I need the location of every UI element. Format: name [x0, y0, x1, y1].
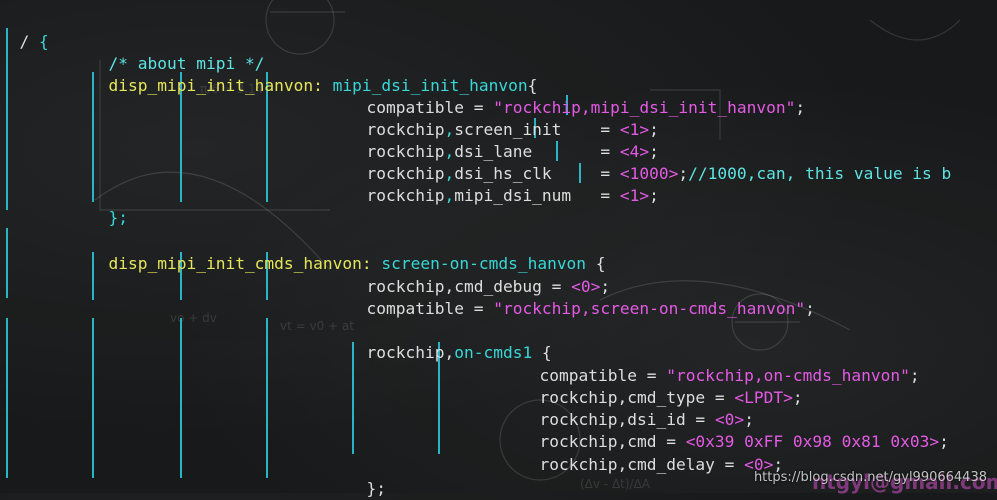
semicolon: ; [805, 299, 815, 318]
node-label: disp_mipi_init_hanvon: [108, 76, 333, 95]
indent-guide [6, 228, 8, 298]
chalk-formula-2: vt = v0 + at [280, 319, 354, 333]
equals: = [571, 186, 620, 205]
property-value: "rockchip,screen-on-cmds_hanvon" [493, 299, 806, 318]
semicolon: ; [795, 98, 806, 117]
code-line: }; [89, 185, 129, 229]
indent-guide [266, 318, 268, 478]
property-name: compatible = [366, 299, 494, 318]
code-text: / [19, 32, 39, 51]
property-prefix: rockchip [366, 186, 445, 205]
property-name: rockchip,cmd_delay = [539, 455, 745, 474]
watermark-url: https://blog.csdn.net/gyl990664438 [753, 470, 987, 485]
indent-guide [6, 318, 8, 478]
code-line: compatible = "rockchip,screen-on-cmds_ha… [347, 276, 815, 320]
chalk-formula-3: vo + dv [170, 311, 217, 325]
indent-guide [6, 28, 8, 210]
semicolon: ; [909, 366, 920, 385]
semicolon: ; [792, 388, 803, 407]
chalk-formula-4: (Δv - Δt)/ΔA [580, 477, 651, 491]
code-brace: { [39, 32, 49, 51]
closing-brace: }; [108, 208, 129, 227]
indent-guide [180, 318, 182, 478]
code-line: rockchip,cmd_delay = <0>; [520, 432, 784, 476]
code-line: / { [0, 9, 49, 53]
closing-brace: }; [366, 479, 387, 498]
comma: , [444, 186, 455, 205]
semicolon: ; [939, 432, 949, 451]
property-value: <1> [619, 186, 650, 205]
semicolon: ; [649, 186, 659, 205]
semicolon: ; [678, 164, 689, 183]
indent-guide [92, 318, 94, 478]
code-line: }; [347, 456, 387, 500]
inline-comment: //1000,can, this value is b [688, 164, 952, 183]
property-prefix: rockchip, [366, 343, 455, 362]
code-line: rockchip,mipi_dsi_num = <1>; [347, 163, 659, 207]
node-label: disp_mipi_init_cmds_hanvon: [108, 254, 382, 273]
property-name: mipi_dsi_num [454, 186, 572, 205]
